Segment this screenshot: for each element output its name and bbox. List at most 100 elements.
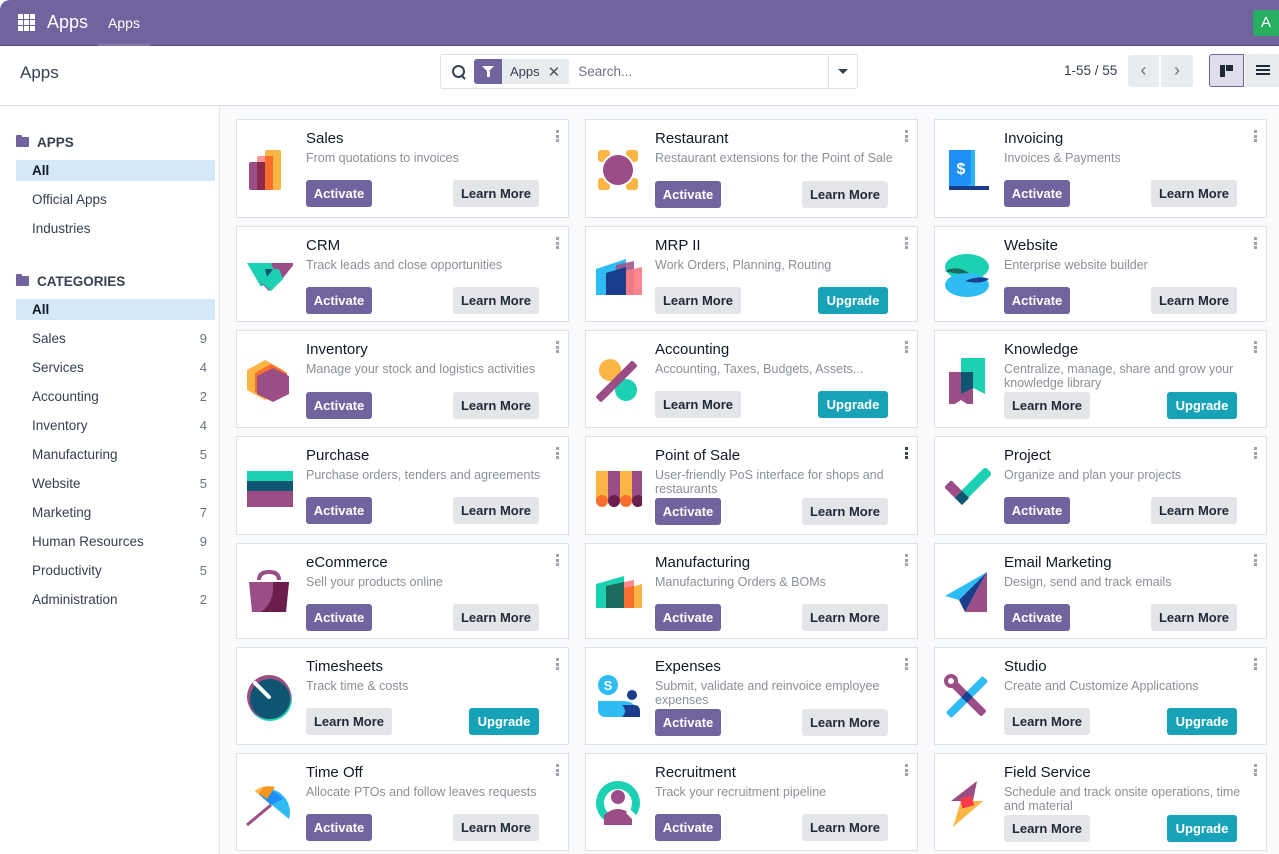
learn-more-button[interactable]: Learn More — [1151, 180, 1237, 207]
activate-button[interactable]: Activate — [655, 709, 721, 736]
upgrade-button[interactable]: Upgrade — [1167, 708, 1237, 735]
learn-more-button[interactable]: Learn More — [453, 604, 539, 631]
learn-more-button[interactable]: Learn More — [802, 181, 888, 208]
more-options-icon[interactable] — [905, 341, 908, 355]
activate-button[interactable]: Activate — [306, 287, 372, 314]
app-description: Manufacturing Orders & BOMs — [655, 575, 826, 589]
learn-more-button[interactable]: Learn More — [802, 709, 888, 736]
learn-more-button[interactable]: Learn More — [453, 392, 539, 419]
sidebar-item-manufacturing[interactable]: Manufacturing 5 — [16, 444, 215, 465]
more-options-icon[interactable] — [1254, 237, 1257, 251]
sidebar-item-services[interactable]: Services 4 — [16, 357, 215, 378]
activate-button[interactable]: Activate — [306, 392, 372, 419]
activate-button[interactable]: Activate — [655, 604, 721, 631]
learn-more-button[interactable]: Learn More — [1151, 497, 1237, 524]
more-options-icon[interactable] — [905, 658, 908, 672]
learn-more-button[interactable]: Learn More — [802, 498, 888, 525]
pager-value[interactable]: 1-55 / 55 — [1064, 63, 1117, 78]
activate-button[interactable]: Activate — [1004, 180, 1070, 207]
folder-icon — [16, 274, 29, 286]
more-options-icon[interactable] — [905, 237, 908, 251]
sidebar-item-productivity[interactable]: Productivity 5 — [16, 560, 215, 581]
activate-button[interactable]: Activate — [306, 604, 372, 631]
upgrade-button[interactable]: Upgrade — [1167, 392, 1237, 419]
more-options-icon[interactable] — [1254, 341, 1257, 355]
learn-more-button[interactable]: Learn More — [1004, 815, 1090, 842]
search-icon[interactable] — [451, 64, 467, 80]
more-options-icon[interactable] — [556, 658, 559, 672]
upgrade-button[interactable]: Upgrade — [818, 287, 888, 314]
app-switcher-icon[interactable] — [18, 13, 36, 32]
sidebar-item-website[interactable]: Website 5 — [16, 473, 215, 494]
folder-icon — [16, 135, 29, 147]
control-panel: Apps Apps ✕ 1-55 / 55 — [0, 46, 1279, 106]
sidebar-item-marketing[interactable]: Marketing 7 — [16, 502, 215, 523]
activate-button[interactable]: Activate — [655, 181, 721, 208]
upgrade-button[interactable]: Upgrade — [1167, 815, 1237, 842]
learn-more-button[interactable]: Learn More — [453, 814, 539, 841]
more-options-icon[interactable] — [1254, 447, 1257, 461]
activate-button[interactable]: Activate — [306, 180, 372, 207]
more-options-icon[interactable] — [905, 764, 908, 778]
more-options-icon[interactable] — [1254, 764, 1257, 778]
learn-more-button[interactable]: Learn More — [1151, 287, 1237, 314]
more-options-icon[interactable] — [556, 447, 559, 461]
sidebar-item-human-resources[interactable]: Human Resources 9 — [16, 531, 215, 552]
activate-button[interactable]: Activate — [655, 498, 721, 525]
sidebar-item-official-apps[interactable]: Official Apps — [16, 189, 215, 210]
navbar-menu-apps[interactable]: Apps — [98, 0, 150, 46]
learn-more-button[interactable]: Learn More — [802, 814, 888, 841]
activate-button[interactable]: Activate — [655, 814, 721, 841]
sidebar-item-industries[interactable]: Industries — [16, 218, 215, 239]
navbar-brand[interactable]: Apps — [47, 12, 88, 33]
activate-button[interactable]: Activate — [1004, 497, 1070, 524]
upgrade-button[interactable]: Upgrade — [818, 391, 888, 418]
more-options-icon[interactable] — [556, 341, 559, 355]
more-options-icon[interactable] — [556, 764, 559, 778]
sidebar-item-sales[interactable]: Sales 9 — [16, 328, 215, 349]
learn-more-button[interactable]: Learn More — [453, 287, 539, 314]
app-card-website: Website Enterprise website builder Activat… — [934, 226, 1267, 322]
more-options-icon[interactable] — [556, 130, 559, 144]
learn-more-button[interactable]: Learn More — [453, 497, 539, 524]
more-options-icon[interactable] — [905, 554, 908, 568]
crm-icon — [247, 263, 293, 291]
sidebar-item-inventory[interactable]: Inventory 4 — [16, 415, 215, 436]
activate-button[interactable]: Activate — [306, 814, 372, 841]
more-options-icon[interactable] — [1254, 130, 1257, 144]
pager-previous-button[interactable]: ‹ — [1128, 55, 1160, 87]
more-options-icon[interactable] — [905, 130, 908, 144]
kanban-view-button[interactable] — [1209, 54, 1244, 87]
activate-button[interactable]: Activate — [1004, 604, 1070, 631]
app-name: eCommerce — [306, 554, 388, 571]
learn-more-button[interactable]: Learn More — [802, 604, 888, 631]
learn-more-button[interactable]: Learn More — [453, 180, 539, 207]
more-options-icon[interactable] — [556, 237, 559, 251]
sidebar-item-all[interactable]: All — [16, 299, 215, 320]
more-options-icon[interactable] — [556, 554, 559, 568]
learn-more-button[interactable]: Learn More — [655, 391, 741, 418]
sidebar-categories-section: CATEGORIES All Sales 9 Services 4 Accounting 2… — [16, 271, 215, 610]
search-input[interactable] — [569, 56, 828, 87]
sidebar-item-label: All — [32, 163, 50, 178]
learn-more-button[interactable]: Learn More — [306, 708, 392, 735]
facet-remove-icon[interactable]: ✕ — [548, 63, 570, 81]
user-avatar[interactable]: A — [1253, 10, 1279, 36]
search-options-toggle[interactable] — [828, 55, 857, 88]
sidebar-item-all[interactable]: All — [16, 160, 215, 181]
more-options-icon[interactable] — [1254, 554, 1257, 568]
pager-next-button[interactable]: › — [1161, 55, 1193, 87]
more-options-icon[interactable] — [905, 447, 908, 461]
sidebar-item-administration[interactable]: Administration 2 — [16, 589, 215, 610]
learn-more-button[interactable]: Learn More — [1004, 392, 1090, 419]
learn-more-button[interactable]: Learn More — [1004, 708, 1090, 735]
list-view-button[interactable] — [1245, 54, 1279, 87]
learn-more-button[interactable]: Learn More — [1151, 604, 1237, 631]
learn-more-button[interactable]: Learn More — [655, 287, 741, 314]
activate-button[interactable]: Activate — [1004, 287, 1070, 314]
activate-button[interactable]: Activate — [306, 497, 372, 524]
sidebar-item-accounting[interactable]: Accounting 2 — [16, 386, 215, 407]
upgrade-button[interactable]: Upgrade — [469, 708, 539, 735]
recruitment-icon — [596, 781, 640, 825]
more-options-icon[interactable] — [1254, 658, 1257, 672]
